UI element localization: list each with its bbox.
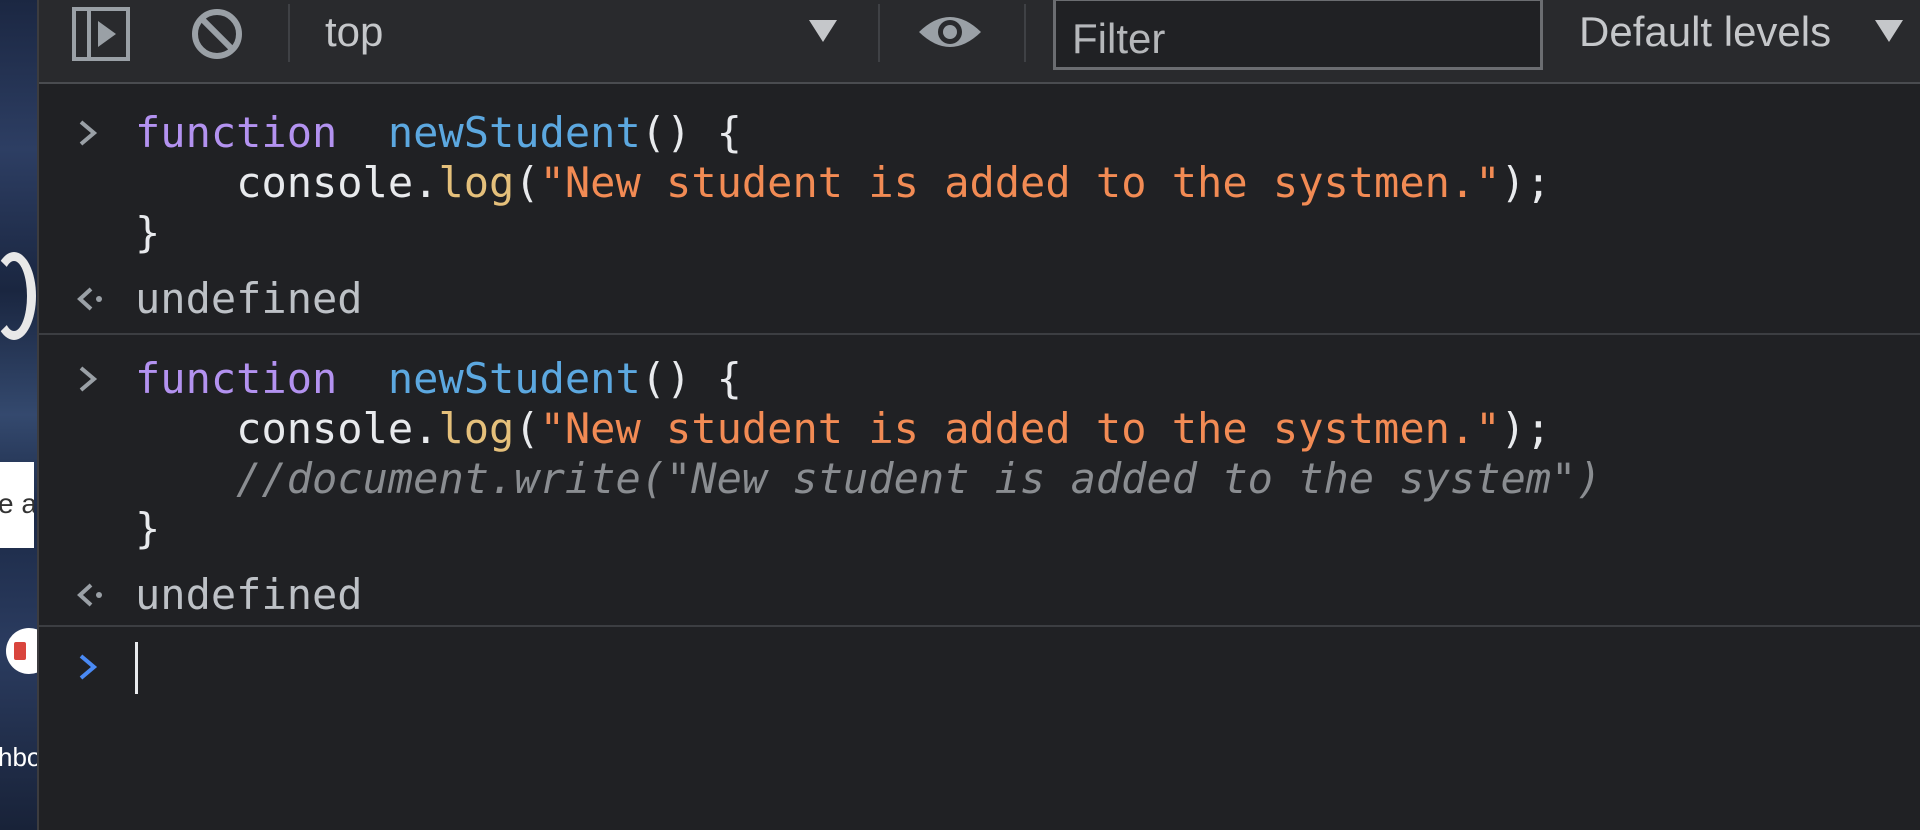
code-punctuation: );	[1500, 158, 1552, 207]
active-prompt-chevron-icon	[79, 654, 98, 680]
toolbar-separator	[878, 4, 880, 62]
entry-divider	[39, 625, 1920, 627]
code-line: console.log("New student is added to the…	[135, 158, 1551, 208]
code-string: "New student is added to the systmen."	[539, 404, 1501, 453]
result-value: undefined	[135, 274, 363, 323]
code-method: log	[438, 404, 515, 453]
code-comment: //document.write("New student is added t…	[236, 454, 1602, 503]
console-toolbar: top Default levels	[39, 0, 1920, 84]
result-arrow-icon	[77, 287, 102, 311]
entry-divider	[39, 333, 1920, 335]
context-selector-label[interactable]: top	[325, 8, 383, 56]
result-arrow-icon	[77, 583, 102, 607]
code-punctuation: (	[514, 158, 540, 207]
code-line: //document.write("New student is added t…	[135, 454, 1602, 504]
keyword: function	[135, 108, 338, 157]
background-bottom-text: hbo	[0, 742, 37, 772]
code-method: log	[438, 158, 515, 207]
log-levels-selector[interactable]: Default levels	[1579, 8, 1831, 56]
filter-input[interactable]	[1053, 0, 1543, 70]
code-punctuation: );	[1500, 404, 1552, 453]
devtools-console-panel: top Default levels function newStudent()…	[37, 0, 1920, 830]
background-ring-shape	[0, 252, 36, 340]
code-punctuation: }	[135, 504, 161, 553]
eye-icon[interactable]	[917, 10, 983, 54]
background-card: e a	[0, 462, 34, 548]
background-card-text: e a	[0, 488, 34, 519]
code-object: console.	[236, 404, 439, 453]
code-punctuation: }	[135, 208, 161, 257]
code-line: }	[135, 504, 160, 554]
chevron-right-icon	[79, 366, 98, 392]
sidebar-toggle-icon[interactable]	[71, 6, 131, 62]
text-caret	[135, 642, 138, 694]
chevron-right-icon	[79, 120, 98, 146]
toolbar-separator	[288, 4, 290, 62]
code-punctuation: () {	[640, 108, 742, 157]
levels-dropdown-arrow-icon[interactable]	[1875, 20, 1903, 42]
code-string: "New student is added to the systmen."	[539, 158, 1501, 207]
code-line: }	[135, 208, 160, 258]
code-line: console.log("New student is added to the…	[135, 404, 1551, 454]
code-line: function newStudent() {	[135, 354, 742, 404]
toolbar-separator	[1024, 4, 1026, 62]
code-object: console.	[236, 158, 439, 207]
clear-console-icon[interactable]	[189, 6, 245, 62]
code-line: function newStudent() {	[135, 108, 742, 158]
context-dropdown-arrow-icon[interactable]	[809, 20, 837, 42]
result-value: undefined	[135, 570, 363, 619]
function-name: newStudent	[387, 108, 641, 157]
background-desktop-strip: e a hbo	[0, 0, 37, 830]
keyword: function	[135, 354, 338, 403]
function-name: newStudent	[387, 354, 641, 403]
code-punctuation: () {	[640, 354, 742, 403]
background-app-icon	[6, 628, 37, 674]
code-punctuation: (	[514, 404, 540, 453]
